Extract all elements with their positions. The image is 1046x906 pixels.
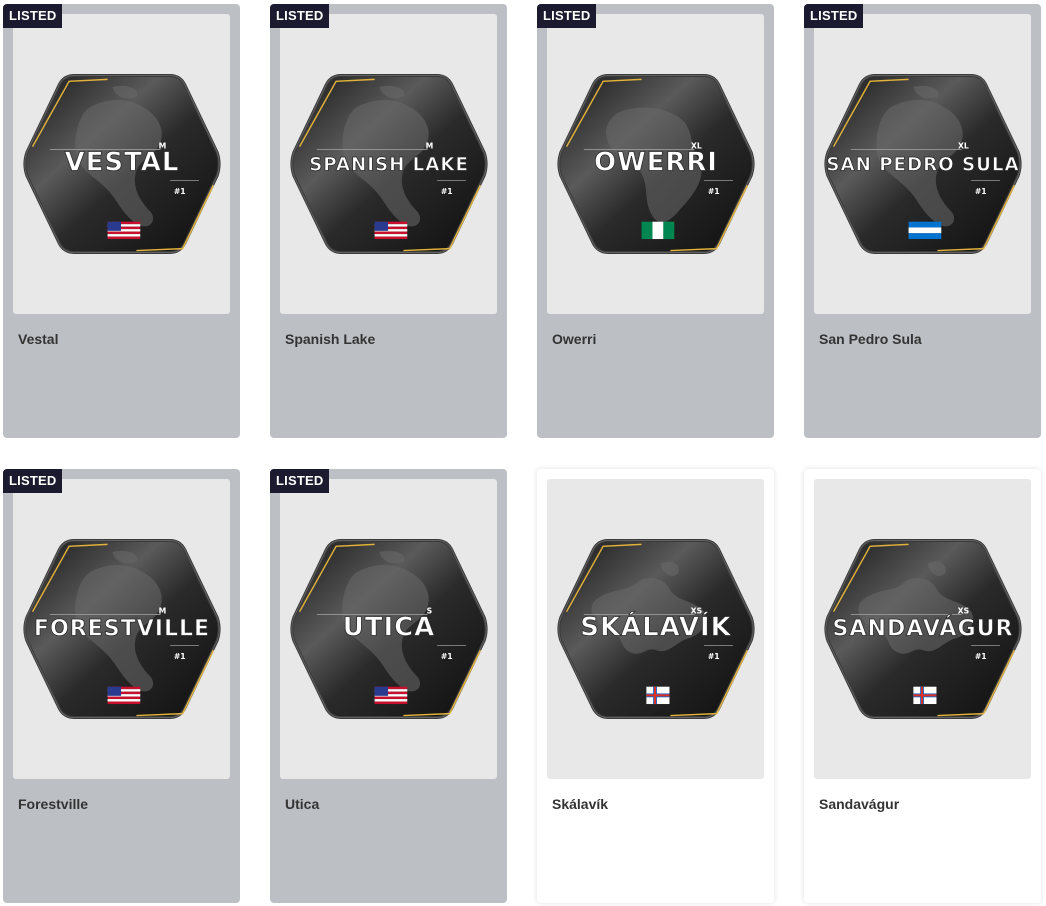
- rank-label: #1: [174, 187, 186, 196]
- emblem-city-name: SAN PEDRO SULA: [826, 155, 1019, 176]
- honduras-flag-icon: [908, 221, 942, 240]
- city-card[interactable]: LISTED M SPANISH LAKE #1 Spanish Lake: [270, 4, 507, 438]
- card-title: Owerri: [552, 331, 597, 347]
- listed-badge: LISTED: [3, 469, 63, 493]
- emblem-city-name: UTICA: [343, 613, 435, 643]
- listed-badge: LISTED: [3, 4, 63, 28]
- city-card[interactable]: LISTED XL OWERRI #1 Owerri: [537, 4, 774, 438]
- city-emblem-image: XS SKÁLAVÍK #1: [547, 479, 764, 779]
- us-flag-icon: [107, 686, 141, 705]
- hexagon-emblem: SUTICA#1: [290, 539, 488, 719]
- nigeria-flag-icon: [641, 221, 675, 240]
- emblem-city-name: OWERRI: [594, 148, 718, 178]
- city-emblem-image: S UTICA #1: [280, 479, 497, 779]
- city-emblem-image: M VESTAL #1: [13, 14, 230, 314]
- city-emblem-image: XL OWERRI #1: [547, 14, 764, 314]
- emblem-city-name: SKÁLAVÍK: [580, 611, 731, 643]
- hexagon-emblem: XL SAN PEDRO SULA #1: [824, 74, 1022, 254]
- card-title: Skálavík: [552, 796, 609, 812]
- hexagon-emblem: M SPANISH LAKE #1: [290, 74, 488, 254]
- rank-label: #1: [708, 652, 720, 661]
- city-card[interactable]: LISTED XL SAN PEDRO SULA #1 San Pedro Sula: [804, 4, 1041, 438]
- listed-badge: LISTED: [537, 4, 597, 28]
- size-label: XL: [958, 142, 969, 151]
- faroe-flag-icon: [646, 686, 670, 705]
- size-label: M: [159, 607, 167, 616]
- city-card[interactable]: XS SANDAVÁGUR #1 Sandavágur: [804, 469, 1041, 903]
- card-title: Sandavágur: [819, 796, 900, 812]
- hexagon-emblem: XSSKÁLAVÍK#1: [557, 539, 755, 719]
- city-emblem-image: M FORESTVILLE #1: [13, 479, 230, 779]
- emblem-city-name: FORESTVILLE: [34, 616, 210, 642]
- card-title: San Pedro Sula: [819, 331, 922, 347]
- card-title: Utica: [285, 796, 320, 812]
- rank-label: #1: [441, 187, 453, 196]
- city-card[interactable]: LISTED M VESTAL #1 Vestal: [3, 4, 240, 438]
- city-card-grid: LISTED M VESTAL #1 Vestal LISTED M SPANISH LAK…: [3, 4, 1041, 903]
- city-emblem-image: XS SANDAVÁGUR #1: [814, 479, 1031, 779]
- us-flag-icon: [107, 221, 141, 240]
- size-label: XS: [958, 607, 969, 616]
- card-title: Vestal: [18, 331, 59, 347]
- listed-badge: LISTED: [804, 4, 864, 28]
- city-card[interactable]: XS SKÁLAVÍK #1 Skálavík: [537, 469, 774, 903]
- size-label: M: [426, 142, 434, 151]
- emblem-city-name: VESTAL: [65, 148, 180, 178]
- city-card[interactable]: LISTED S UTICA #1 Utica: [270, 469, 507, 903]
- rank-label: #1: [975, 187, 987, 196]
- emblem-city-name: SPANISH LAKE: [309, 155, 469, 176]
- card-title: Spanish Lake: [285, 331, 376, 347]
- us-flag-icon: [374, 221, 408, 240]
- hexagon-emblem: XSSANDAVÁGUR #1: [824, 539, 1022, 719]
- faroe-flag-icon: [913, 686, 937, 705]
- city-emblem-image: M SPANISH LAKE #1: [280, 14, 497, 314]
- rank-label: #1: [975, 652, 987, 661]
- hexagon-emblem: XLOWERRI#1: [557, 74, 755, 254]
- city-card[interactable]: LISTED M FORESTVILLE #1 Forestville: [3, 469, 240, 903]
- rank-label: #1: [708, 187, 720, 196]
- city-emblem-image: XL SAN PEDRO SULA #1: [814, 14, 1031, 314]
- us-flag-icon: [374, 686, 408, 705]
- card-title: Forestville: [18, 796, 89, 812]
- rank-label: #1: [174, 652, 186, 661]
- hexagon-emblem: MVESTAL#1: [23, 74, 221, 254]
- hexagon-emblem: MFORESTVILLE #1: [23, 539, 221, 719]
- rank-label: #1: [441, 652, 453, 661]
- listed-badge: LISTED: [270, 469, 330, 493]
- listed-badge: LISTED: [270, 4, 330, 28]
- emblem-city-name: SANDAVÁGUR: [833, 614, 1014, 642]
